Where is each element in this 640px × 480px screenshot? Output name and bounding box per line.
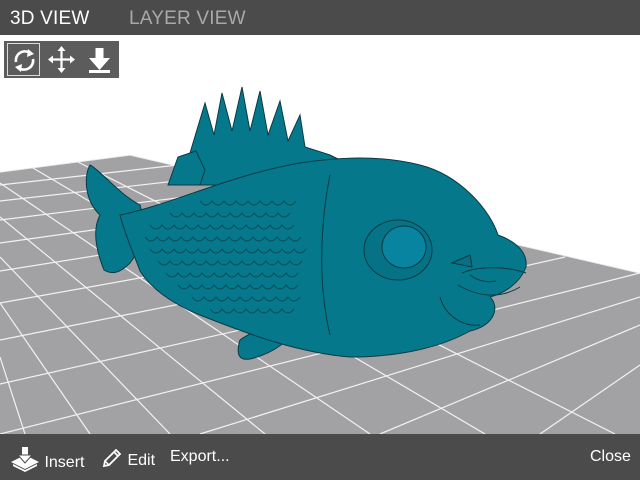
view-tab-bar: 3D VIEW LAYER VIEW [0, 0, 640, 35]
lay-flat-icon [89, 48, 110, 73]
3d-viewport[interactable] [0, 35, 640, 434]
edit-label: Edit [127, 452, 156, 469]
move-icon [48, 46, 75, 73]
pencil-icon [101, 447, 123, 475]
edit-button[interactable]: Edit [101, 447, 155, 469]
close-button[interactable]: Close [590, 447, 631, 467]
camera-toolbar [4, 41, 119, 78]
rotate-tool-button[interactable] [7, 43, 40, 76]
lay-flat-tool-button[interactable] [83, 43, 116, 76]
insert-button[interactable]: Insert [10, 447, 84, 472]
tab-layer-view[interactable]: LAYER VIEW [129, 9, 246, 29]
insert-label: Insert [44, 454, 85, 471]
bottom-action-bar: Insert Edit Export... Close [0, 434, 640, 480]
viewport-scene [0, 86, 640, 434]
rotate-icon [14, 49, 35, 72]
tab-3d-view[interactable]: 3D VIEW [10, 9, 90, 29]
export-button[interactable]: Export... [170, 447, 230, 467]
move-tool-button[interactable] [45, 43, 78, 76]
insert-icon [10, 447, 40, 479]
